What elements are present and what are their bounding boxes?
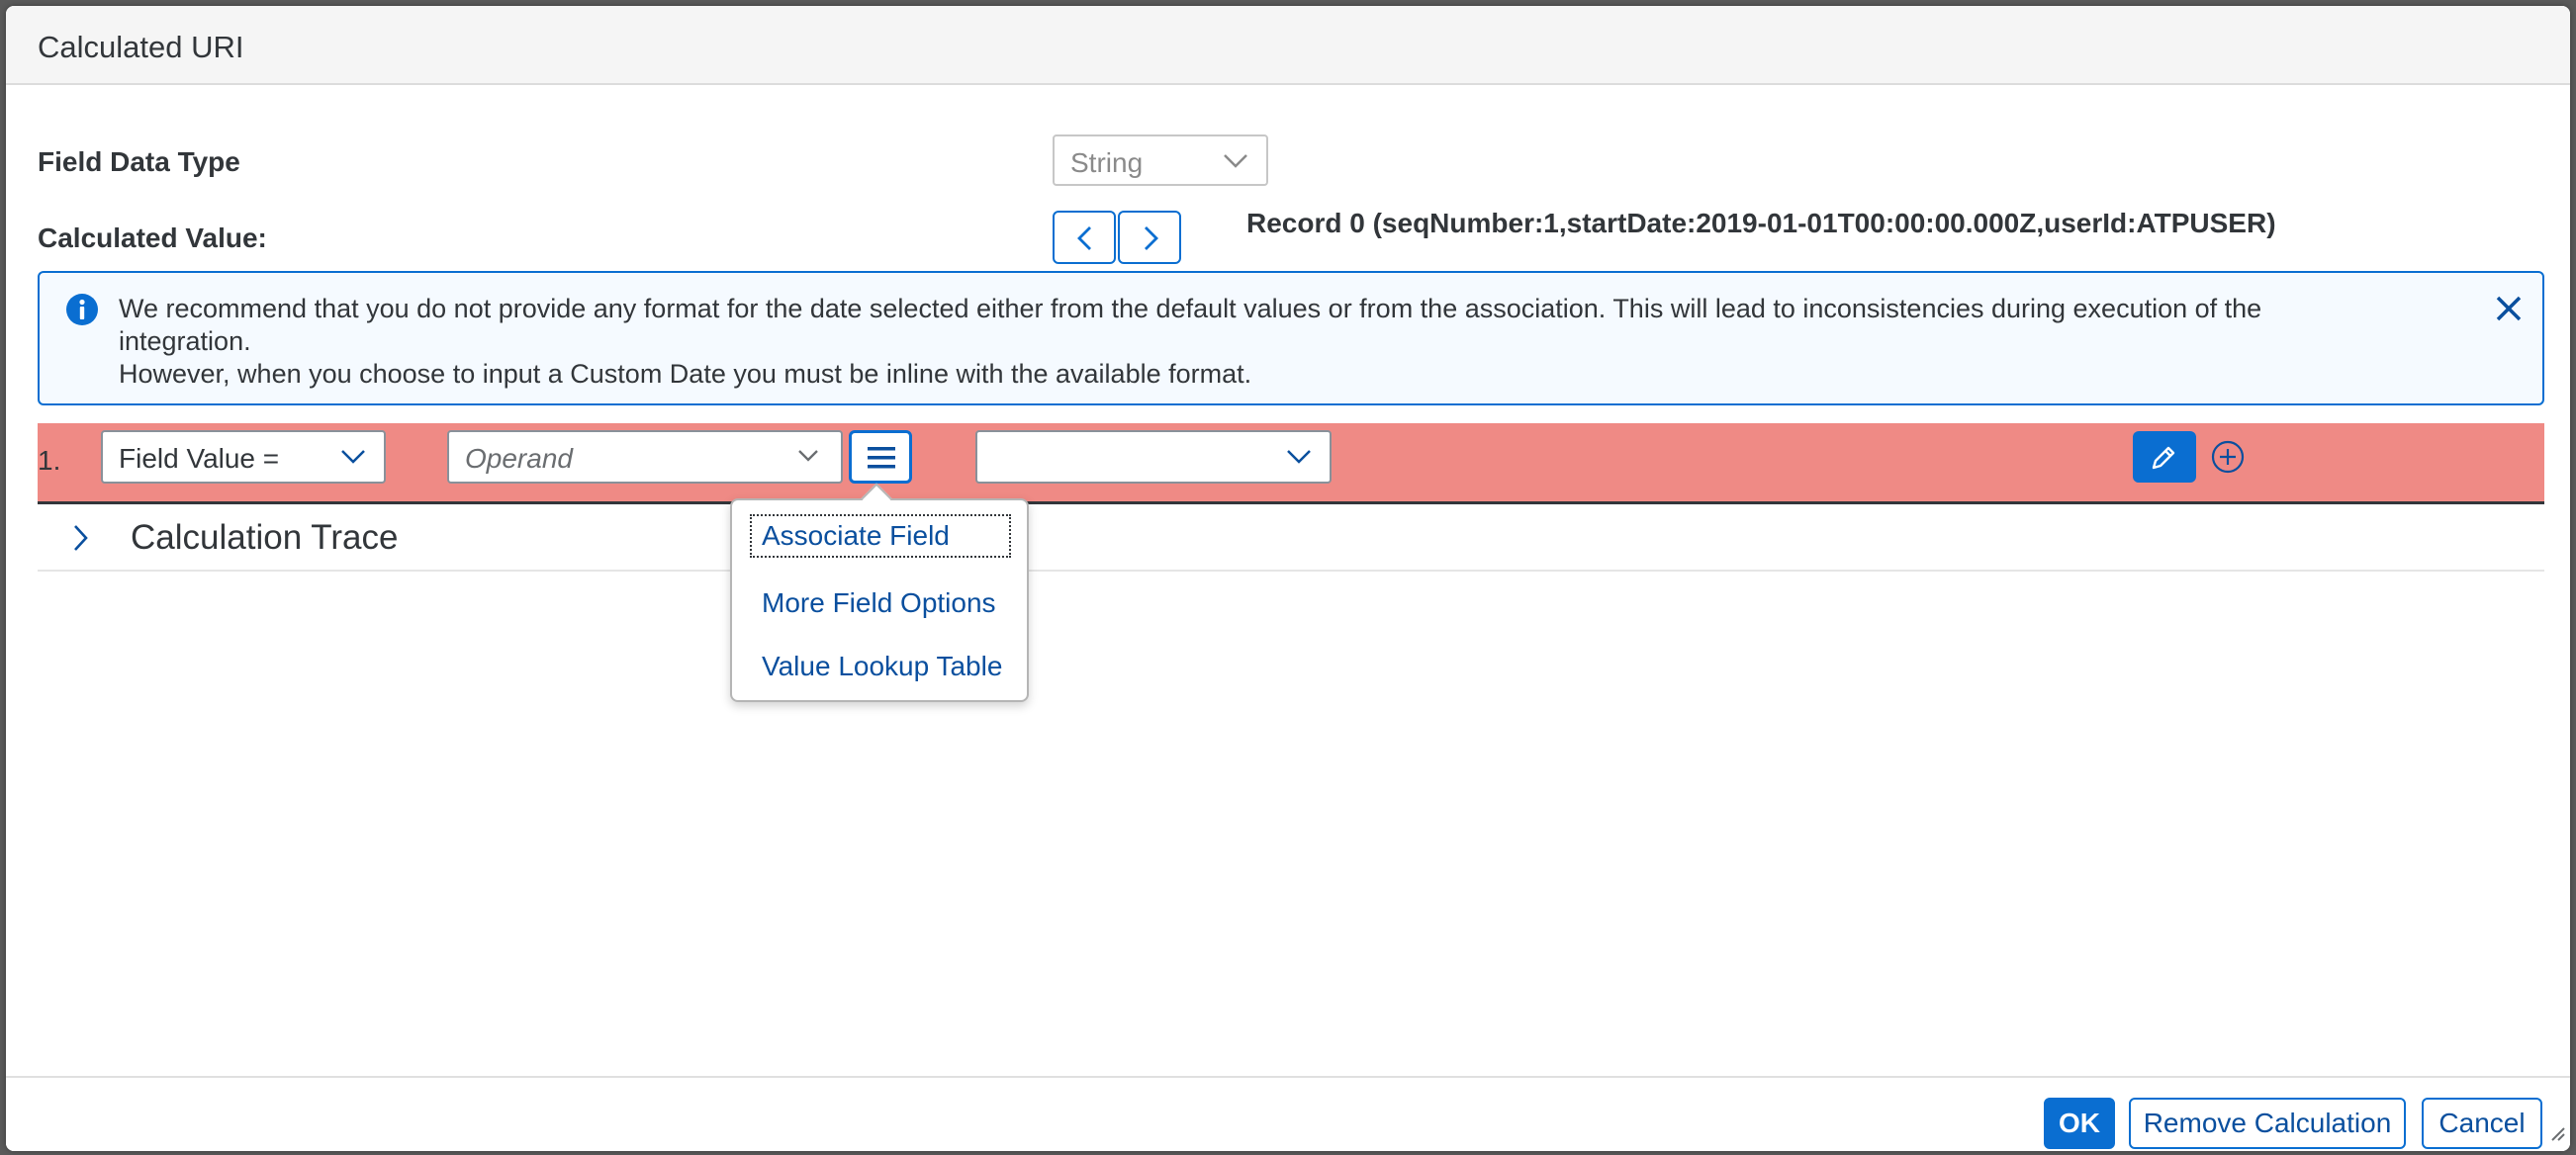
next-record-button[interactable] — [1118, 211, 1181, 264]
field-value-select-text: Field Value = — [119, 443, 280, 474]
info-icon — [65, 293, 99, 331]
operand-options-popover: Associate Field More Field Options Value… — [730, 498, 1029, 702]
field-data-type-value: String — [1070, 147, 1144, 178]
value-select[interactable] — [975, 430, 1332, 484]
remove-calculation-button[interactable]: Remove Calculation — [2129, 1098, 2406, 1149]
chevron-down-icon — [340, 448, 366, 471]
calculated-value-label: Calculated Value: — [38, 222, 267, 253]
pencil-icon — [2152, 446, 2175, 470]
cancel-button[interactable]: Cancel — [2422, 1098, 2542, 1149]
row-number: 1. — [38, 445, 61, 476]
dialog-footer: OK Remove Calculation Cancel — [6, 1076, 2570, 1151]
calculation-row: 1. Field Value = Operand — [38, 423, 2544, 504]
calculation-trace-panel[interactable]: Calculation Trace — [38, 504, 2544, 572]
field-data-type-label: Field Data Type — [38, 146, 240, 177]
info-message-line-1: We recommend that you do not provide any… — [119, 294, 2262, 356]
menu-item-more-field-options[interactable]: More Field Options — [762, 587, 996, 619]
add-circle-icon[interactable] — [2210, 439, 2246, 480]
calculated-uri-dialog: Calculated URI Field Data Type String Ca… — [6, 6, 2570, 1151]
previous-record-button[interactable] — [1053, 211, 1116, 264]
calculation-trace-title: Calculation Trace — [131, 518, 399, 557]
chevron-right-icon[interactable] — [71, 524, 89, 557]
chevron-down-icon — [1286, 448, 1312, 471]
chevron-left-icon — [1077, 226, 1091, 250]
menu-item-associate-field[interactable]: Associate Field — [750, 514, 1011, 558]
field-data-type-select: String — [1053, 134, 1268, 186]
dialog-header: Calculated URI — [6, 6, 2570, 85]
record-indicator: Record 0 (seqNumber:1,startDate:2019-01-… — [1246, 208, 2276, 238]
operand-options-menu-button[interactable] — [849, 430, 912, 484]
field-value-select[interactable]: Field Value = — [101, 430, 386, 484]
info-message-line-2: However, when you choose to input a Cust… — [119, 359, 1252, 389]
info-message-text: We recommend that you do not provide any… — [119, 293, 2354, 391]
close-icon[interactable] — [2495, 295, 2523, 327]
chevron-down-icon[interactable] — [797, 448, 819, 469]
chevron-down-icon — [1223, 152, 1248, 175]
operand-placeholder: Operand — [465, 443, 573, 474]
info-message-strip: We recommend that you do not provide any… — [38, 271, 2544, 405]
edit-button[interactable] — [2133, 431, 2196, 483]
dialog-title: Calculated URI — [38, 30, 244, 64]
chevron-right-icon — [1145, 226, 1158, 250]
operand-combobox[interactable]: Operand — [447, 430, 843, 484]
resize-grip-icon[interactable] — [2546, 1122, 2566, 1147]
menu-icon — [868, 447, 895, 469]
ok-button[interactable]: OK — [2044, 1098, 2115, 1149]
menu-item-value-lookup-table[interactable]: Value Lookup Table — [762, 651, 1002, 682]
